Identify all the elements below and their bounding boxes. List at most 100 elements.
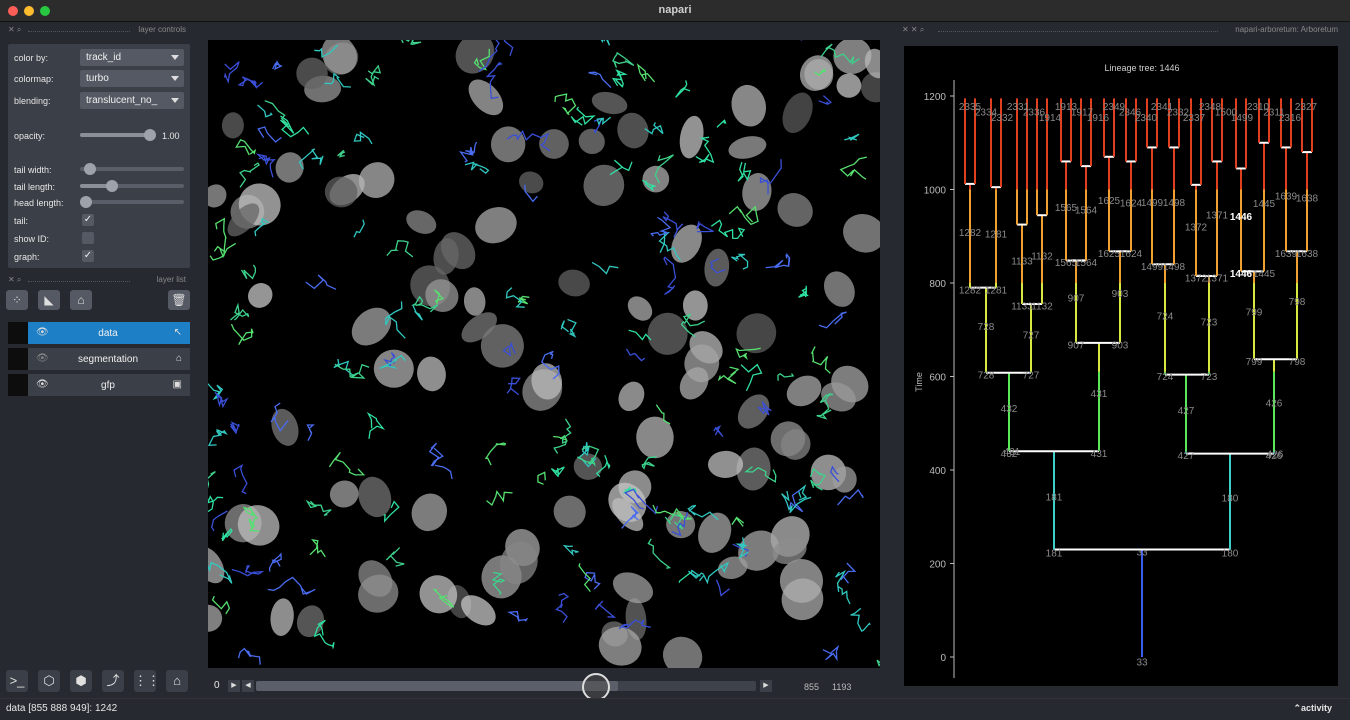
- node-label: 728: [978, 370, 995, 381]
- tail-length-slider-handle[interactable]: [106, 180, 118, 192]
- cell-track: [237, 76, 264, 89]
- delete-layer-button[interactable]: 🗑: [168, 290, 190, 310]
- cell-nucleus: [728, 136, 767, 159]
- node-label: 1445: [1253, 199, 1276, 210]
- cell-nucleus: [647, 312, 688, 355]
- node-label: 798: [1289, 297, 1306, 308]
- colormap-dropdown[interactable]: turbo: [80, 70, 184, 87]
- cell-nucleus: [406, 210, 437, 234]
- window-title: napari: [658, 4, 692, 16]
- node-label: 2340: [1135, 113, 1158, 124]
- cell-nucleus: [208, 546, 225, 584]
- node-label: 427: [1178, 406, 1195, 417]
- blending-dropdown[interactable]: translucent_no_: [80, 92, 184, 109]
- time-slider[interactable]: [256, 673, 756, 701]
- color-by-label: color by:: [14, 53, 49, 63]
- head-length-slider[interactable]: [80, 196, 184, 208]
- cell-track: [600, 40, 611, 46]
- play-button[interactable]: ▶: [228, 680, 240, 692]
- cell-track: [464, 161, 490, 174]
- layer-list-dock-header[interactable]: ✕ ⌕ layer list: [4, 274, 190, 288]
- cell-track: [208, 382, 224, 400]
- node-label: 432: [1001, 404, 1018, 415]
- cell-track: [272, 60, 283, 71]
- dock-float-icon[interactable]: ✕ ⌕: [8, 275, 21, 285]
- cell-nucleus: [836, 73, 862, 98]
- cell-track: [844, 133, 860, 141]
- home-button[interactable]: ⌂: [166, 670, 188, 692]
- cell-track: [876, 659, 880, 667]
- viewer-canvas[interactable]: [208, 40, 880, 668]
- tail-checkbox[interactable]: ✓: [82, 214, 94, 226]
- layer-row-gfp[interactable]: 👁 gfp ▣: [8, 374, 190, 396]
- cube-icon: ⬡: [43, 673, 55, 688]
- new-labels-layer-button[interactable]: ⌂: [70, 290, 92, 310]
- image-icon: ▣: [172, 379, 182, 390]
- node-label: 1498: [1163, 262, 1186, 273]
- cell-track: [385, 547, 405, 567]
- opacity-slider[interactable]: [80, 129, 156, 141]
- show-id-checkbox[interactable]: [82, 232, 94, 244]
- dock-drag-handle[interactable]: [28, 281, 130, 282]
- lineage-tree-panel[interactable]: Lineage tree: 1446 0 200 400 600 800 1000 1200 T…: [904, 46, 1338, 686]
- step-back-button[interactable]: ◀: [242, 680, 254, 692]
- canvas-image: [208, 40, 880, 668]
- color-by-dropdown[interactable]: track_id: [80, 49, 184, 66]
- cell-track: [625, 348, 646, 362]
- cell-nucleus: [704, 248, 730, 287]
- graph-checkbox[interactable]: ✓: [82, 250, 94, 262]
- chevron-down-icon: [171, 76, 179, 81]
- layer-row-segmentation[interactable]: 👁 segmentation ⌂: [8, 348, 190, 370]
- cell-track: [214, 391, 229, 409]
- time-slider-handle[interactable]: [582, 673, 610, 701]
- node-label: 799: [1246, 307, 1263, 318]
- node-label: 2337: [1183, 113, 1206, 124]
- cell-nucleus: [591, 91, 628, 115]
- cell-track: [781, 490, 812, 514]
- opacity-slider-handle[interactable]: [144, 129, 156, 141]
- new-shapes-layer-button[interactable]: ◣: [38, 290, 60, 310]
- status-text: data [855 888 949]: 1242: [6, 703, 118, 714]
- node-label: 2332: [991, 113, 1014, 124]
- grid-button[interactable]: ⋮⋮: [134, 670, 160, 692]
- cell-nucleus: [777, 193, 813, 227]
- cell-track: [798, 285, 809, 298]
- cell-track: [257, 104, 273, 118]
- y-tick-label: 0: [940, 653, 946, 664]
- cell-nucleus: [662, 636, 703, 668]
- cell-track: [810, 346, 831, 374]
- tail-length-slider[interactable]: [80, 180, 184, 192]
- layer-row-data[interactable]: 👁 data ↖: [8, 322, 190, 344]
- dock-drag-handle[interactable]: [28, 31, 130, 32]
- dock-drag-handle[interactable]: [938, 31, 1218, 32]
- eye-icon[interactable]: 👁: [36, 379, 49, 390]
- cell-track: [641, 456, 657, 470]
- console-button[interactable]: >_: [6, 670, 28, 692]
- cell-track: [306, 424, 315, 441]
- cell-track: [554, 93, 577, 116]
- step-forward-button[interactable]: ▶: [760, 680, 772, 692]
- tail-width-slider-handle[interactable]: [84, 163, 96, 175]
- cell-nucleus: [271, 408, 299, 446]
- cell-track: [235, 138, 257, 156]
- eye-off-icon[interactable]: 👁: [36, 353, 49, 364]
- new-points-layer-button[interactable]: ⁘: [6, 290, 28, 310]
- transpose-button[interactable]: ⤴: [102, 670, 124, 692]
- cell-track: [537, 471, 546, 485]
- cell-track: [588, 71, 612, 89]
- arboretum-dock-header[interactable]: ✕ ✕ ⌕ napari-arboretum: Arboretum: [898, 24, 1342, 38]
- tail-width-slider[interactable]: [80, 163, 184, 175]
- eye-icon[interactable]: 👁: [36, 327, 49, 338]
- dock-close-icon[interactable]: ✕ ✕ ⌕: [902, 25, 924, 35]
- head-length-slider-handle[interactable]: [80, 196, 92, 208]
- node-label: 723: [1201, 372, 1218, 383]
- layer-controls-dock-header[interactable]: ✕ ⌕ layer controls: [4, 24, 190, 38]
- cell-track: [591, 261, 619, 275]
- dock-float-icon[interactable]: ✕ ⌕: [8, 25, 21, 35]
- activity-button[interactable]: ⌃activity: [1293, 703, 1332, 714]
- ndisplay-button[interactable]: ⬡: [38, 670, 60, 692]
- cell-track: [334, 363, 370, 379]
- cell-nucleus: [519, 171, 544, 194]
- chevron-down-icon: [171, 55, 179, 60]
- roll-dims-button[interactable]: ⬢: [70, 670, 92, 692]
